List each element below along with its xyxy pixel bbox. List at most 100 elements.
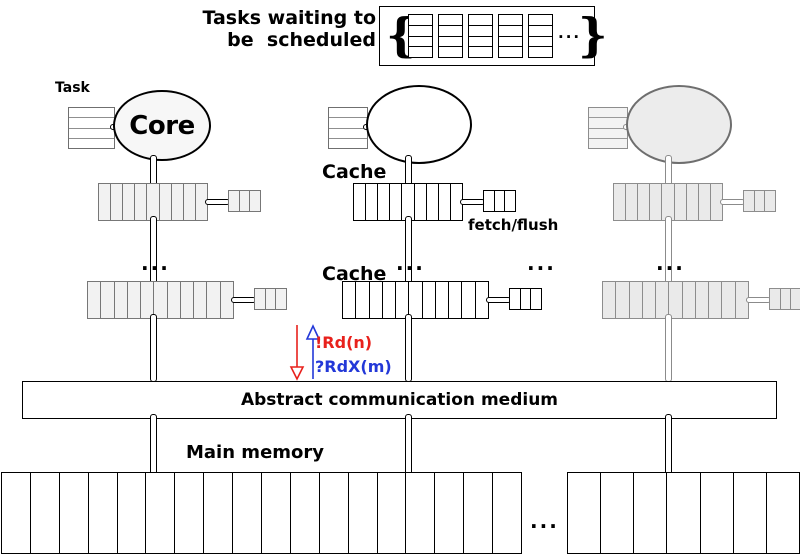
main-memory-label: Main memory xyxy=(186,442,325,463)
side-cell xyxy=(765,191,775,211)
cache-l1-label: Cache xyxy=(322,161,387,183)
cache-cell xyxy=(99,184,112,220)
l2-side-connector-col2 xyxy=(486,297,511,303)
memory-cell xyxy=(634,473,668,553)
cache-cell xyxy=(135,184,148,220)
l2-side-box-col2 xyxy=(509,288,542,310)
medium-to-memory-connector-col1 xyxy=(150,414,157,476)
task-row xyxy=(499,37,522,48)
core-label: Core xyxy=(129,110,195,141)
core-col1: Core xyxy=(113,90,211,161)
memory-cell xyxy=(60,473,89,553)
memory-cell xyxy=(701,473,734,553)
queued-task xyxy=(528,14,553,58)
cache-cell xyxy=(370,282,383,318)
memory-cell xyxy=(667,473,701,553)
task-block-col1 xyxy=(68,107,115,149)
side-cell xyxy=(781,289,792,309)
memory-cell xyxy=(118,473,147,553)
task-row xyxy=(529,47,552,57)
task-row xyxy=(469,15,492,26)
side-cell xyxy=(755,191,766,211)
task-row xyxy=(329,108,367,119)
side-cell xyxy=(495,191,506,211)
task-row xyxy=(499,47,522,57)
memory-cell xyxy=(320,473,349,553)
cache-cell xyxy=(160,184,172,220)
side-cell xyxy=(250,191,260,211)
task-row xyxy=(409,15,432,26)
cache-cell xyxy=(154,282,168,318)
memory-cell xyxy=(2,473,31,553)
memory-cell xyxy=(291,473,320,553)
queued-task xyxy=(438,14,463,58)
task-row xyxy=(439,26,462,37)
task-row xyxy=(469,37,492,48)
memory-cell xyxy=(435,473,465,553)
cache-cell xyxy=(427,184,439,220)
l1-side-box-col1 xyxy=(228,190,261,212)
memory-cell xyxy=(767,473,799,553)
cache-cell xyxy=(709,282,723,318)
memory-cell xyxy=(493,473,521,553)
task-row xyxy=(469,47,492,57)
cache-cell xyxy=(356,282,370,318)
l1-side-box-col3 xyxy=(743,190,776,212)
side-cell xyxy=(266,289,277,309)
task-row xyxy=(69,139,114,148)
task-row xyxy=(439,37,462,48)
task-row xyxy=(329,118,367,129)
memory-cell xyxy=(89,473,118,553)
cache-cell xyxy=(662,184,675,220)
cache-cell xyxy=(722,282,736,318)
task-row xyxy=(439,47,462,57)
cache-cell xyxy=(669,282,683,318)
task-row xyxy=(69,118,114,129)
l1-side-box-col2 xyxy=(483,190,516,212)
memory-cell xyxy=(601,473,635,553)
cache-cell xyxy=(194,282,208,318)
message-readx-label: ?RdX(m) xyxy=(315,357,392,376)
task-label: Task xyxy=(55,80,90,96)
cache-cell xyxy=(638,184,651,220)
task-row xyxy=(69,129,114,139)
main-memory-ellipsis: ... xyxy=(530,509,559,533)
cache-cell xyxy=(626,184,639,220)
cache-cell xyxy=(650,184,663,220)
abstract-communication-medium: Abstract communication medium xyxy=(22,381,777,419)
queue-ellipsis: ... xyxy=(558,24,582,42)
memory-cell xyxy=(734,473,767,553)
cache-cell xyxy=(354,184,367,220)
cache-cell xyxy=(378,184,391,220)
task-row xyxy=(329,139,367,148)
cache-cell xyxy=(383,282,397,318)
cache-cell xyxy=(643,282,657,318)
side-cell xyxy=(484,191,495,211)
cache-cell xyxy=(111,184,124,220)
side-cell xyxy=(744,191,755,211)
side-cell xyxy=(229,191,240,211)
task-row xyxy=(409,47,432,57)
cache-cell xyxy=(436,282,450,318)
task-row xyxy=(589,139,627,148)
l2-side-box-col1 xyxy=(254,288,287,310)
cache-cell xyxy=(366,184,379,220)
cache-cell xyxy=(128,282,142,318)
memory-cell xyxy=(464,473,494,553)
medium-label: Abstract communication medium xyxy=(240,390,559,410)
side-cell xyxy=(240,191,251,211)
l1-side-connector-col2 xyxy=(460,199,485,205)
l1-side-connector-col3 xyxy=(720,199,745,205)
medium-to-memory-connector-col3 xyxy=(665,414,672,476)
side-cell xyxy=(505,191,515,211)
cache-l2-col3 xyxy=(602,281,749,319)
task-row xyxy=(529,37,552,48)
cache-cell xyxy=(415,184,427,220)
memory-cell xyxy=(233,473,263,553)
task-row xyxy=(409,37,432,48)
task-row xyxy=(469,26,492,37)
side-cell xyxy=(791,289,800,309)
tasks-waiting-title: Tasks waiting to be scheduled xyxy=(202,7,376,51)
cache-cell xyxy=(423,282,436,318)
diagram-canvas: Tasks waiting to be scheduled { } ... Ta… xyxy=(0,0,800,556)
